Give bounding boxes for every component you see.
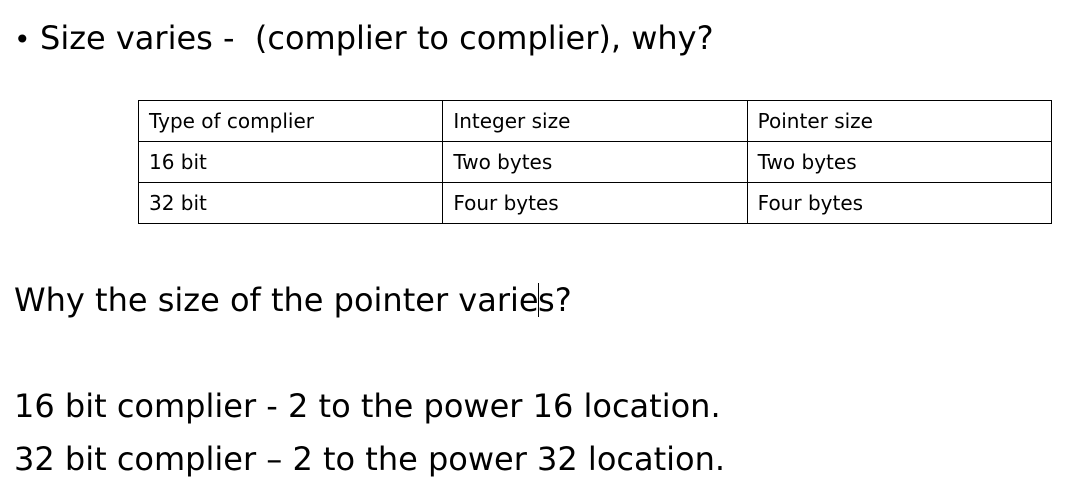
answer-line-16bit[interactable]: 16 bit complier - 2 to the power 16 loca… — [14, 382, 721, 430]
bullet-text: Size varies - (complier to complier), wh… — [40, 19, 714, 57]
bullet-icon: • — [14, 23, 31, 56]
table-cell[interactable]: Four bytes — [746, 182, 1053, 224]
table-row: 32 bit Four bytes Four bytes — [137, 182, 1053, 224]
table-cell[interactable]: Four bytes — [442, 182, 748, 224]
question-text-part: s? — [538, 281, 572, 319]
table-cell[interactable]: Two bytes — [442, 141, 748, 183]
table-row: 16 bit Two bytes Two bytes — [137, 141, 1053, 183]
bullet-point: • Size varies - (complier to complier), w… — [14, 14, 714, 64]
table-cell[interactable]: 16 bit — [137, 141, 444, 183]
question-text[interactable]: Why the size of the pointer varies? — [14, 276, 572, 324]
table-cell[interactable]: 32 bit — [137, 182, 444, 224]
table-header-row: Type of complier Integer size Pointer si… — [137, 100, 1053, 142]
table-cell[interactable]: Two bytes — [746, 141, 1053, 183]
table-cell[interactable]: Type of complier — [137, 100, 444, 142]
question-text-part: Why the size of the pointer varie — [14, 281, 539, 319]
answer-line-32bit[interactable]: 32 bit complier – 2 to the power 32 loca… — [14, 435, 725, 483]
compiler-size-table: Type of complier Integer size Pointer si… — [137, 100, 1053, 224]
table-cell[interactable]: Pointer size — [746, 100, 1053, 142]
table-cell[interactable]: Integer size — [442, 100, 748, 142]
